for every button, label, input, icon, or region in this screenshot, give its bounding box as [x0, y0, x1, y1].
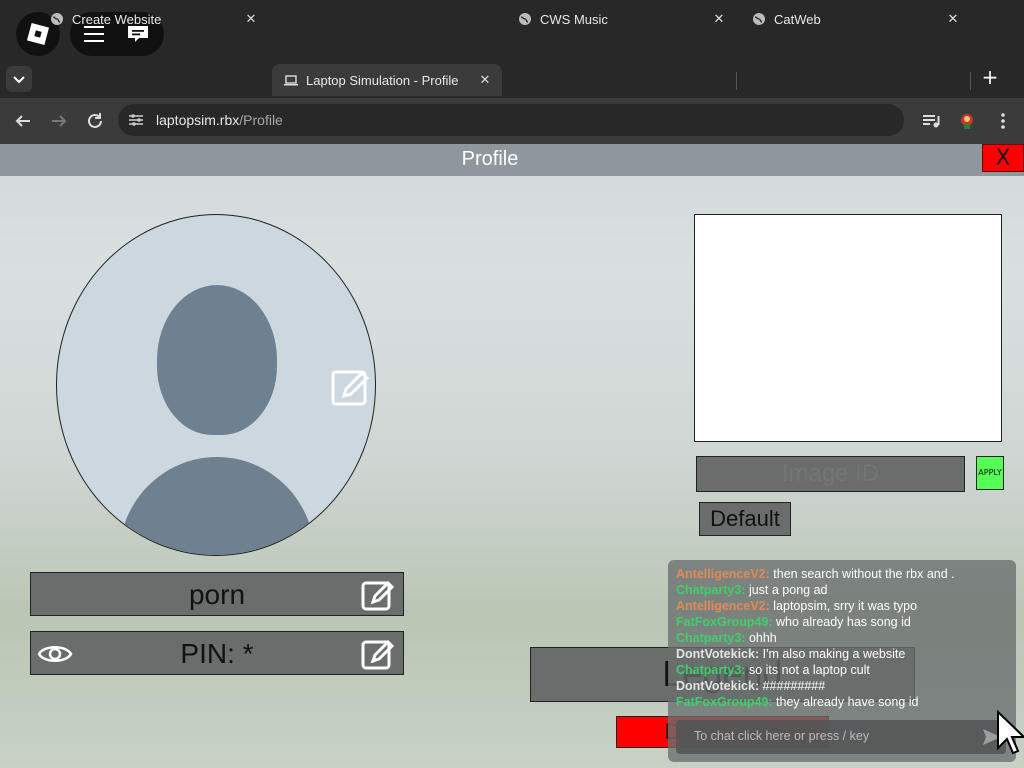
new-tab-button[interactable]: +: [978, 66, 1002, 90]
tab-label: Laptop Simulation - Profile: [306, 72, 459, 88]
close-tab-icon[interactable]: ✕: [712, 12, 726, 27]
avatar-body-silhouette: [119, 457, 315, 555]
tab-label: CatWeb: [774, 11, 821, 27]
chat-input-placeholder: To chat click here or press / key: [694, 729, 870, 743]
navigation-bar: laptopsim.rbx/Profile: [0, 98, 1024, 144]
extension-icon[interactable]: [956, 110, 978, 132]
tab-label: CWS Music: [540, 11, 608, 27]
chat-text: just a pong ad: [748, 583, 828, 597]
chat-username[interactable]: Chatparty3:: [676, 583, 745, 597]
close-tab-icon[interactable]: ✕: [946, 12, 960, 27]
chat-text: they already have song id: [776, 695, 919, 709]
default-button[interactable]: Default: [699, 502, 791, 536]
chat-message: Chatparty3: ohhh: [676, 630, 1012, 646]
chat-message: DontVotekick: #########: [676, 678, 1012, 694]
chat-username[interactable]: FatFoxGroup49:: [676, 695, 773, 709]
chat-username[interactable]: Chatparty3:: [676, 663, 745, 677]
pin-text: PIN: *: [180, 638, 254, 669]
tab-laptop-simulation[interactable]: Laptop Simulation - Profile ✕: [272, 64, 502, 96]
chat-input[interactable]: To chat click here or press / key: [676, 720, 1006, 754]
tab-label: Create Website: [72, 11, 162, 27]
chat-message: AntelligenceV2: laptopsim, srry it was t…: [676, 598, 1012, 614]
chat-message: Chatparty3: so its not a laptop cult: [676, 662, 1012, 678]
chat-text: I'm also making a website: [762, 647, 906, 661]
forward-arrow-icon[interactable]: [48, 110, 70, 132]
profile-header: Profile: [0, 144, 1024, 176]
chat-username[interactable]: AntelligenceV2:: [676, 599, 770, 613]
globe-icon: [519, 13, 531, 25]
pin-field[interactable]: PIN: *: [30, 631, 404, 675]
username-text: porn: [188, 579, 246, 610]
url-host: laptopsim.rbx: [156, 112, 240, 128]
page-title: Profile: [461, 148, 519, 170]
mouse-cursor-icon: [997, 710, 1024, 755]
url-path: /Profile: [239, 112, 283, 128]
apply-button[interactable]: APPLY: [976, 456, 1004, 490]
chat-message: DontVotekick: I'm also making a website: [676, 646, 1012, 662]
site-settings-icon[interactable]: [128, 112, 144, 128]
media-controls-icon[interactable]: [920, 110, 942, 132]
close-button[interactable]: X: [982, 144, 1024, 172]
url-text: laptopsim.rbx/Profile: [156, 112, 283, 128]
chat-username[interactable]: AntelligenceV2:: [676, 567, 770, 581]
close-tab-icon[interactable]: ✕: [478, 73, 492, 88]
chat-username[interactable]: DontVotekick:: [676, 647, 759, 661]
chat-messages: AntelligenceV2: then search without the …: [676, 566, 1012, 710]
chat-message: FatFoxGroup49: they already have song id: [676, 694, 1012, 710]
tab-cws-music[interactable]: CWS Music ✕: [506, 4, 736, 34]
chat-text: ohhh: [748, 631, 777, 645]
avatar-head-silhouette: [157, 285, 277, 435]
tab-strip: [0, 62, 1024, 98]
chat-text: who already has song id: [776, 615, 911, 629]
laptop-icon: [284, 75, 298, 86]
address-bar[interactable]: laptopsim.rbx/Profile: [118, 104, 904, 136]
avatar: [56, 214, 376, 556]
reload-icon[interactable]: [84, 110, 106, 132]
tab-divider: [736, 72, 737, 90]
chat-text: #########: [762, 679, 826, 693]
chat-message: FatFoxGroup49: who already has song id: [676, 614, 1012, 630]
chat-text: so its not a laptop cult: [748, 663, 870, 677]
close-tab-icon[interactable]: ✕: [244, 12, 258, 27]
edit-username-icon[interactable]: [361, 577, 397, 613]
more-options-icon[interactable]: [992, 110, 1014, 132]
chat-window: AntelligenceV2: then search without the …: [668, 560, 1016, 762]
tab-create-website[interactable]: Create Website ✕: [38, 4, 268, 34]
chat-username[interactable]: DontVotekick:: [676, 679, 759, 693]
edit-avatar-icon[interactable]: [330, 366, 372, 408]
image-id-input[interactable]: [696, 456, 965, 492]
chat-message: Chatparty3: just a pong ad: [676, 582, 1012, 598]
chat-username[interactable]: FatFoxGroup49:: [676, 615, 773, 629]
username-field[interactable]: porn: [30, 572, 404, 616]
chat-text: then search without the rbx and .: [773, 567, 955, 581]
image-preview: [694, 214, 1002, 442]
edit-pin-icon[interactable]: [361, 636, 397, 672]
tab-search-chevron-icon[interactable]: [6, 66, 32, 92]
chat-username[interactable]: Chatparty3:: [676, 631, 745, 645]
tab-divider: [970, 72, 971, 90]
chat-text: laptopsim, srry it was typo: [773, 599, 918, 613]
chat-message: AntelligenceV2: then search without the …: [676, 566, 1012, 582]
globe-icon: [753, 13, 765, 25]
globe-icon: [51, 13, 63, 25]
tab-catweb[interactable]: CatWeb ✕: [740, 4, 970, 34]
back-arrow-icon[interactable]: [12, 110, 34, 132]
